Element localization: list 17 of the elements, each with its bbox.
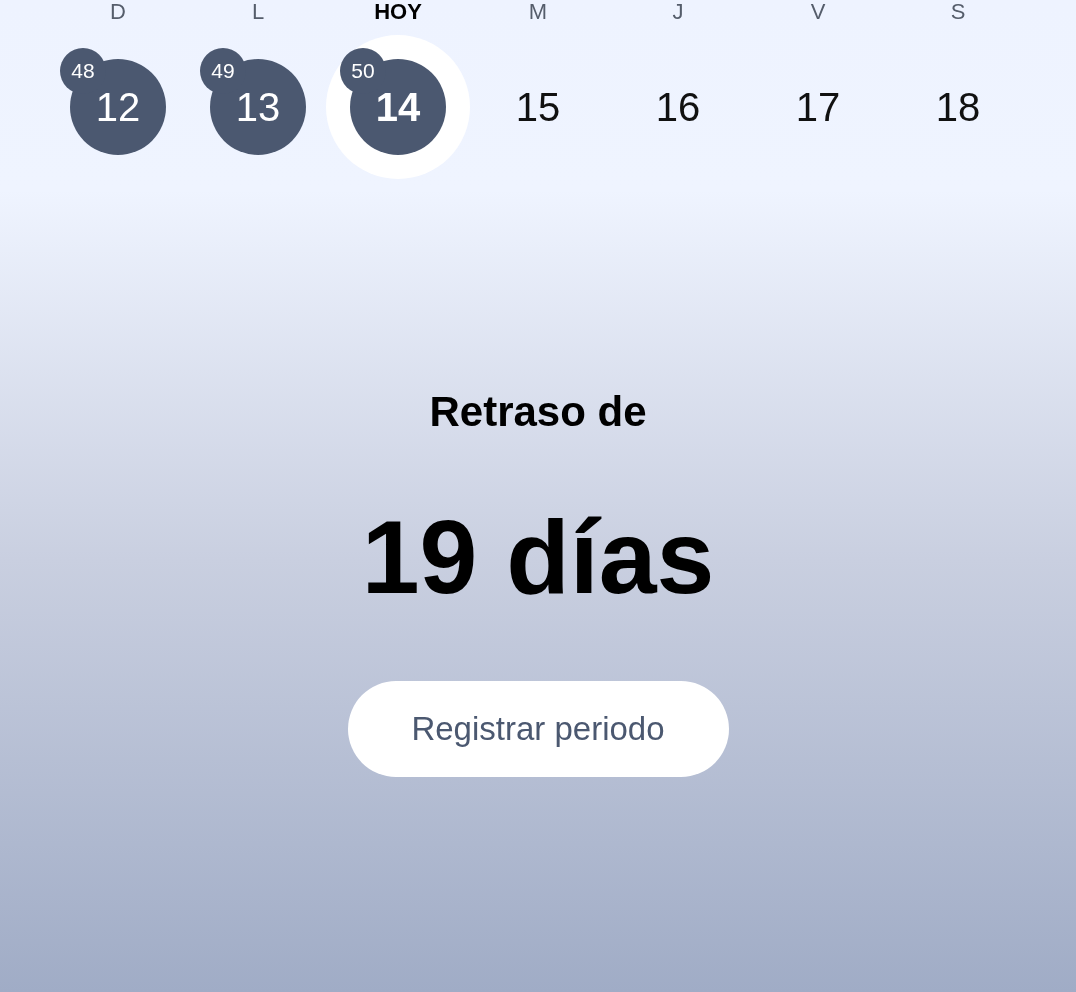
cycle-day-badge: 48 [60, 48, 106, 94]
weekday-label: S [950, 0, 966, 24]
date-number[interactable]: 17 [795, 77, 841, 137]
date-number[interactable]: 16 [655, 77, 701, 137]
weekday-label: D [110, 0, 126, 24]
weekday-label: M [528, 0, 548, 24]
date-number[interactable]: 18 [935, 77, 981, 137]
date-number[interactable]: 15 [515, 77, 561, 137]
cycle-day-badge: 50 [340, 48, 386, 94]
weekday-label: L [251, 0, 265, 24]
register-period-button[interactable]: Registrar periodo [347, 681, 729, 777]
cycle-day-badge: 49 [200, 48, 246, 94]
weekday-label: V [810, 0, 826, 24]
delay-value: 19 días [361, 498, 715, 617]
weekday-label: J [672, 0, 684, 24]
weekday-label: HOY [374, 0, 422, 24]
status-label: Retraso de [429, 387, 647, 437]
